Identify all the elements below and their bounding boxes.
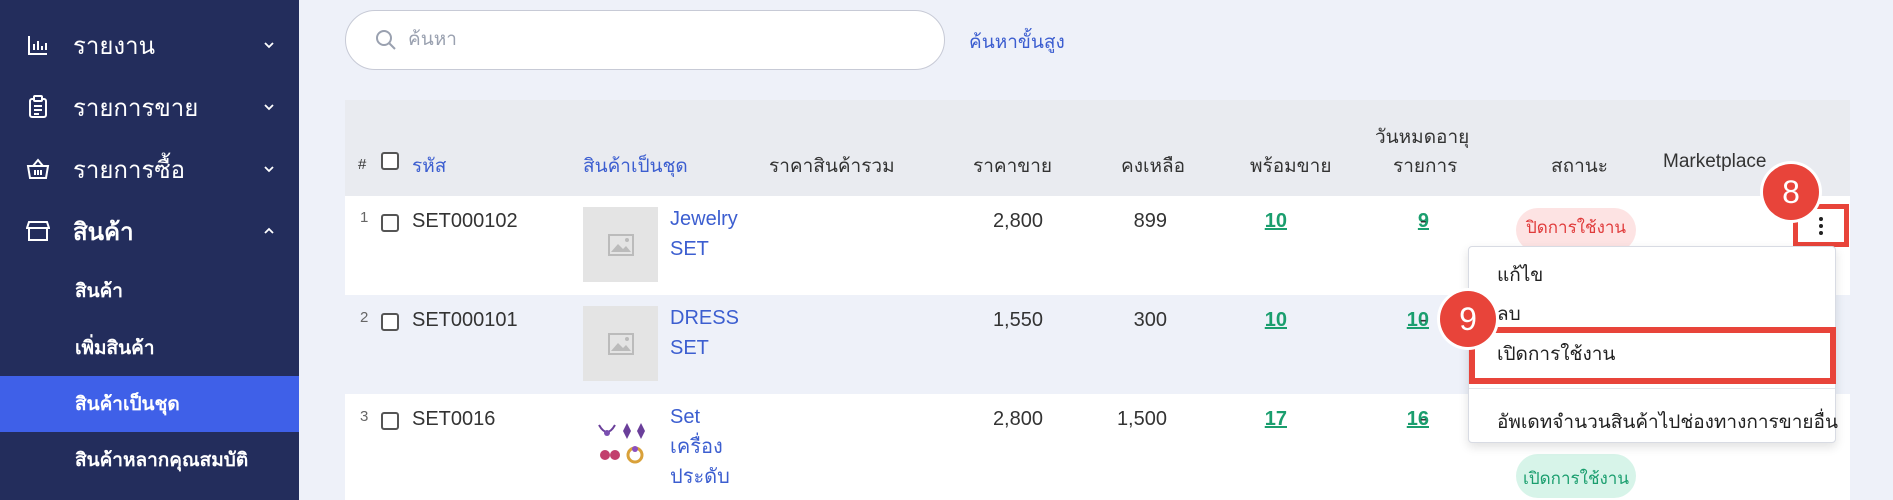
store-icon bbox=[26, 219, 50, 243]
row-total-price: 1,550 bbox=[992, 309, 1043, 331]
header-remaining: คงเหลือ bbox=[1121, 156, 1186, 177]
more-vertical-icon bbox=[1819, 216, 1823, 235]
row-expiry: - bbox=[1420, 210, 1427, 232]
jewelry-image-icon bbox=[597, 422, 645, 463]
chevron-up-icon bbox=[264, 227, 274, 234]
row-checkbox[interactable] bbox=[381, 214, 399, 232]
row-expiry: - bbox=[1420, 408, 1427, 430]
row-checkbox[interactable] bbox=[381, 412, 399, 430]
select-all-checkbox[interactable] bbox=[381, 152, 399, 170]
menu-divider bbox=[1469, 388, 1835, 389]
header-set[interactable]: สินค้าเป็นชุด bbox=[583, 151, 688, 181]
header-index: # bbox=[358, 156, 367, 173]
sidebar-item-purchases[interactable]: รายการซื้อ bbox=[0, 138, 299, 200]
header-sale-price: ราคาขาย bbox=[973, 156, 1053, 177]
clipboard-icon bbox=[26, 95, 50, 119]
sidebar-subitem-product-sets[interactable]: สินค้าเป็นชุด bbox=[0, 376, 299, 432]
row-remaining[interactable]: 10 bbox=[1225, 210, 1287, 233]
image-placeholder-icon bbox=[607, 332, 634, 355]
row-expiry: - bbox=[1420, 309, 1427, 331]
row-ready[interactable]: 9 bbox=[1355, 210, 1429, 233]
search-input[interactable] bbox=[408, 23, 908, 57]
table-header: # รหัส สินค้าเป็นชุด ราคาสินค้ารวม ราคาข… bbox=[345, 100, 1850, 196]
sidebar-item-label: รายการขาย bbox=[73, 94, 199, 122]
sidebar: รายงาน รายการขาย รายการซื้อ สินค้า สินค้… bbox=[0, 0, 299, 500]
basket-icon bbox=[26, 157, 50, 181]
sidebar-subitem-product-variants[interactable]: สินค้าหลากคุณสมบัติ bbox=[0, 432, 299, 488]
sidebar-subitem-label: สินค้าเป็นชุด bbox=[75, 394, 180, 415]
row-sale-price: 899 bbox=[1133, 210, 1167, 232]
row-total-price: 2,800 bbox=[992, 210, 1043, 232]
row-name-link[interactable]: Jewelry SET bbox=[670, 204, 740, 264]
advanced-search-link[interactable]: ค้นหาขั้นสูง bbox=[969, 27, 1065, 57]
row-sale-price: 300 bbox=[1133, 309, 1167, 331]
row-index: 1 bbox=[360, 209, 369, 226]
search-box[interactable] bbox=[345, 10, 945, 70]
row-sale-price: 1,500 bbox=[1116, 408, 1167, 430]
status-badge: เปิดการใช้งาน bbox=[1516, 454, 1636, 498]
sidebar-subitem-add-product[interactable]: เพิ่มสินค้า bbox=[0, 320, 299, 376]
menu-item-edit[interactable]: แก้ไข bbox=[1497, 260, 1543, 290]
step-marker-8: 8 bbox=[1763, 164, 1819, 220]
sidebar-subitem-label: เพิ่มสินค้า bbox=[75, 338, 155, 359]
sidebar-item-label: รายการซื้อ bbox=[73, 156, 186, 184]
product-thumbnail[interactable] bbox=[583, 405, 658, 480]
row-ready[interactable]: 10 bbox=[1355, 309, 1429, 332]
chevron-down-icon bbox=[264, 166, 274, 173]
row-ready[interactable]: 16 bbox=[1355, 408, 1429, 431]
chevron-down-icon bbox=[264, 104, 274, 111]
header-ready: พร้อมขาย bbox=[1250, 156, 1332, 177]
image-placeholder-icon bbox=[607, 233, 634, 256]
sidebar-subitem-label: สินค้า bbox=[75, 281, 123, 302]
menu-item-delete[interactable]: ลบ bbox=[1497, 299, 1521, 329]
header-total-price: ราคาสินค้ารวม bbox=[769, 156, 895, 177]
header-marketplace: Marketplace bbox=[1663, 151, 1767, 172]
product-thumbnail[interactable] bbox=[583, 306, 658, 381]
header-expiry-sub: รายการ bbox=[1393, 156, 1458, 177]
chevron-down-icon bbox=[264, 42, 274, 49]
row-name-link[interactable]: DRESS SET bbox=[670, 303, 740, 363]
row-checkbox[interactable] bbox=[381, 313, 399, 331]
search-icon bbox=[376, 30, 396, 50]
header-status: สถานะ bbox=[1551, 156, 1608, 177]
row-total-price: 2,800 bbox=[992, 408, 1043, 430]
product-thumbnail[interactable] bbox=[583, 207, 658, 282]
row-name-link[interactable]: Set เครื่องประดับ bbox=[670, 402, 742, 492]
header-code[interactable]: รหัส bbox=[412, 151, 446, 181]
sidebar-item-products[interactable]: สินค้า bbox=[0, 200, 299, 262]
row-code: SET0016 bbox=[412, 408, 496, 430]
sidebar-subitem-products[interactable]: สินค้า bbox=[0, 263, 299, 319]
row-code: SET000102 bbox=[412, 210, 518, 232]
highlight-box bbox=[1469, 327, 1836, 384]
row-remaining[interactable]: 10 bbox=[1225, 309, 1287, 332]
sidebar-item-sales[interactable]: รายการขาย bbox=[0, 76, 299, 138]
sidebar-subitem-label: สินค้าหลากคุณสมบัติ bbox=[75, 450, 249, 471]
bar-chart-icon bbox=[26, 33, 50, 57]
sidebar-item-label: รายงาน bbox=[73, 32, 156, 60]
row-code: SET000101 bbox=[412, 309, 518, 331]
row-index: 2 bbox=[360, 309, 369, 326]
header-expiry: วันหมดอายุ bbox=[1375, 127, 1470, 148]
menu-item-update-stock-channels[interactable]: อัพเดทจำนวนสินค้าไปช่องทางการขายอื่น bbox=[1497, 407, 1838, 437]
row-remaining[interactable]: 17 bbox=[1225, 408, 1287, 431]
step-marker-9: 9 bbox=[1440, 291, 1496, 347]
row-index: 3 bbox=[360, 408, 369, 425]
sidebar-item-reports[interactable]: รายงาน bbox=[0, 14, 299, 76]
sidebar-item-label: สินค้า bbox=[73, 218, 134, 246]
